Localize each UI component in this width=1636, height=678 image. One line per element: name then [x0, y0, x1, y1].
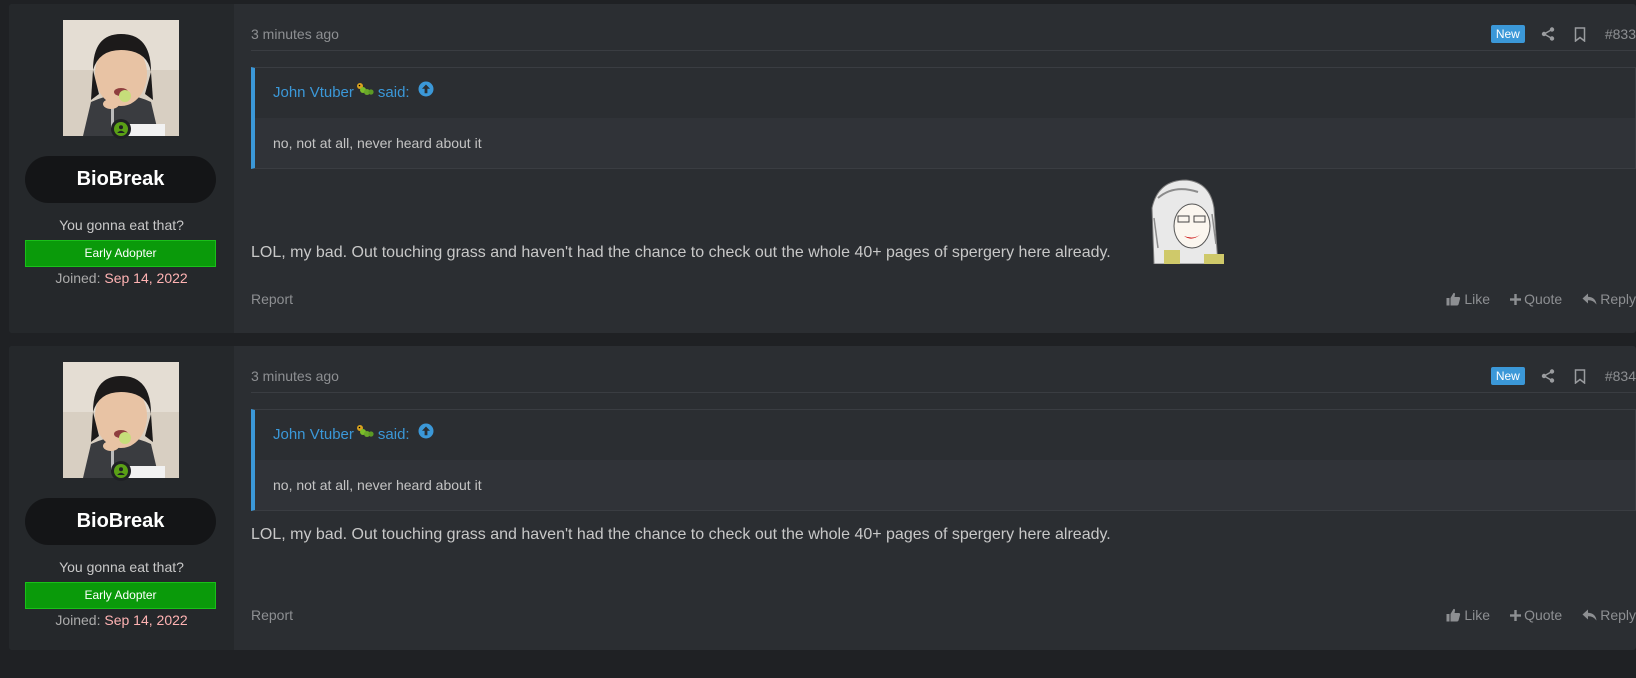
post-number[interactable]: #834: [1605, 368, 1636, 384]
user-banner: Early Adopter: [25, 582, 216, 609]
arrow-up-circle-icon[interactable]: [418, 68, 434, 118]
avatar[interactable]: [63, 20, 179, 139]
quote-block: John Vtuber said: no, not at all, never …: [251, 409, 1636, 511]
bookmark-icon[interactable]: [1573, 368, 1587, 384]
quote-label: Quote: [1524, 607, 1563, 623]
quote-said: said:: [377, 426, 410, 443]
quote-author[interactable]: John Vtuber: [273, 410, 354, 460]
post-message: LOL, my bad. Out touching grass and have…: [251, 526, 1111, 543]
post-content: 3 minutes ago New #: [251, 4, 1636, 333]
post-content: 3 minutes ago New #: [251, 346, 1636, 650]
joined-info: Joined: Sep 14, 2022: [9, 612, 234, 628]
share-icon[interactable]: [1541, 368, 1555, 384]
share-icon[interactable]: [1541, 26, 1555, 42]
sticker-image: [1144, 178, 1228, 269]
new-badge: New: [1490, 367, 1525, 385]
joined-label: Joined:: [55, 270, 101, 286]
post-meta: 3 minutes ago New #: [251, 366, 1636, 393]
thumbs-up-icon: [1446, 608, 1461, 622]
post-meta: 3 minutes ago New #: [251, 24, 1636, 51]
post-time[interactable]: 3 minutes ago: [251, 26, 339, 42]
like-label: Like: [1464, 607, 1491, 623]
reply-icon: [1582, 609, 1597, 621]
online-status-icon: [111, 461, 131, 481]
thumbs-up-icon: [1446, 292, 1461, 306]
reply-label: Reply: [1600, 291, 1636, 307]
user-sidebar: BioBreak You gonna eat that? Early Adopt…: [9, 346, 234, 650]
quote-button[interactable]: Quote: [1510, 291, 1562, 307]
reply-icon: [1582, 293, 1597, 305]
reply-button[interactable]: Reply: [1582, 291, 1636, 307]
post-834: BioBreak You gonna eat that? Early Adopt…: [9, 346, 1636, 650]
caterpillar-icon: [356, 68, 374, 118]
quote-author[interactable]: John Vtuber: [273, 68, 354, 118]
username[interactable]: BioBreak: [25, 156, 216, 203]
post-footer: Report Like Quote Reply: [251, 291, 1636, 311]
report-link[interactable]: Report: [251, 607, 293, 623]
quote-label: Quote: [1524, 291, 1563, 307]
quote-text: no, not at all, never heard about it: [255, 118, 1635, 168]
like-label: Like: [1464, 291, 1491, 307]
user-title: You gonna eat that?: [59, 217, 184, 233]
quote-header[interactable]: John Vtuber said:: [255, 68, 1635, 118]
post-message: LOL, my bad. Out touching grass and have…: [251, 244, 1111, 261]
joined-date: Sep 14, 2022: [104, 612, 188, 628]
report-link[interactable]: Report: [251, 291, 293, 307]
online-status-icon: [111, 119, 131, 139]
joined-label: Joined:: [55, 612, 101, 628]
joined-date: Sep 14, 2022: [104, 270, 188, 286]
arrow-up-circle-icon[interactable]: [418, 410, 434, 460]
username[interactable]: BioBreak: [25, 498, 216, 545]
joined-info: Joined: Sep 14, 2022: [9, 270, 234, 286]
user-banner: Early Adopter: [25, 240, 216, 267]
post-833: BioBreak You gonna eat that? Early Adopt…: [9, 4, 1636, 333]
avatar[interactable]: [63, 362, 179, 481]
reply-button[interactable]: Reply: [1582, 607, 1636, 623]
quote-text: no, not at all, never heard about it: [255, 460, 1635, 510]
post-time[interactable]: 3 minutes ago: [251, 368, 339, 384]
quote-said: said:: [377, 84, 410, 101]
post-footer: Report Like Quote Reply: [251, 607, 1636, 627]
plus-icon: [1510, 293, 1522, 305]
like-button[interactable]: Like: [1446, 607, 1490, 623]
bookmark-icon[interactable]: [1573, 26, 1587, 42]
post-number[interactable]: #833: [1605, 26, 1636, 42]
like-button[interactable]: Like: [1446, 291, 1490, 307]
new-badge: New: [1490, 25, 1525, 43]
user-sidebar: BioBreak You gonna eat that? Early Adopt…: [9, 4, 234, 333]
quote-header[interactable]: John Vtuber said:: [255, 410, 1635, 460]
user-title: You gonna eat that?: [59, 559, 184, 575]
quote-block: John Vtuber said: no, not at all, never …: [251, 67, 1636, 169]
reply-label: Reply: [1600, 607, 1636, 623]
plus-icon: [1510, 609, 1522, 621]
caterpillar-icon: [356, 410, 374, 460]
quote-button[interactable]: Quote: [1510, 607, 1562, 623]
